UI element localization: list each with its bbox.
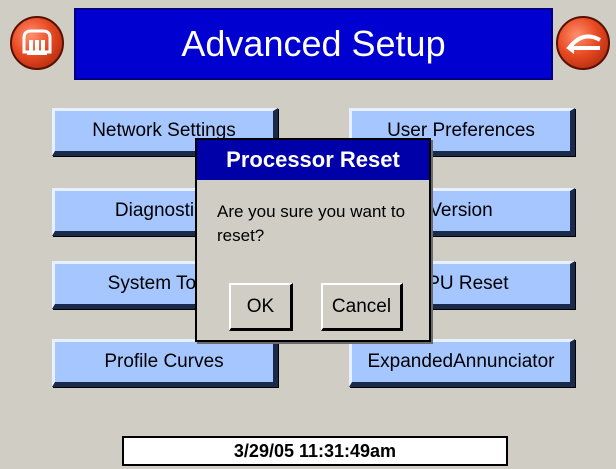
datetime-status: 3/29/05 11:31:49am	[122, 436, 508, 466]
title-bar: Advanced Setup	[0, 0, 616, 86]
cancel-label: Cancel	[331, 295, 392, 317]
advanced-setup-screen: Advanced Setup Network Settings Diagnost…	[0, 0, 616, 469]
version-label: Version	[429, 200, 493, 221]
back-icon	[566, 34, 602, 54]
expanded-annunciator-button[interactable]: ExpandedAnnunciator	[349, 339, 575, 387]
home-icon	[22, 29, 52, 55]
profile-curves-button[interactable]: Profile Curves	[52, 339, 278, 387]
expanded-annunciator-label: ExpandedAnnunciator	[367, 351, 555, 372]
dialog-title: Processor Reset	[197, 140, 429, 180]
dialog-message: Are you sure you want to reset?	[217, 202, 406, 245]
back-button[interactable]	[556, 16, 610, 70]
ok-label: OK	[246, 295, 275, 317]
ok-button[interactable]: OK	[229, 283, 293, 331]
cancel-button[interactable]: Cancel	[321, 283, 403, 331]
profile-curves-label: Profile Curves	[104, 351, 224, 372]
home-button[interactable]	[10, 16, 64, 70]
processor-reset-dialog: Processor Reset Are you sure you want to…	[195, 138, 431, 342]
page-title: Advanced Setup	[181, 23, 446, 64]
